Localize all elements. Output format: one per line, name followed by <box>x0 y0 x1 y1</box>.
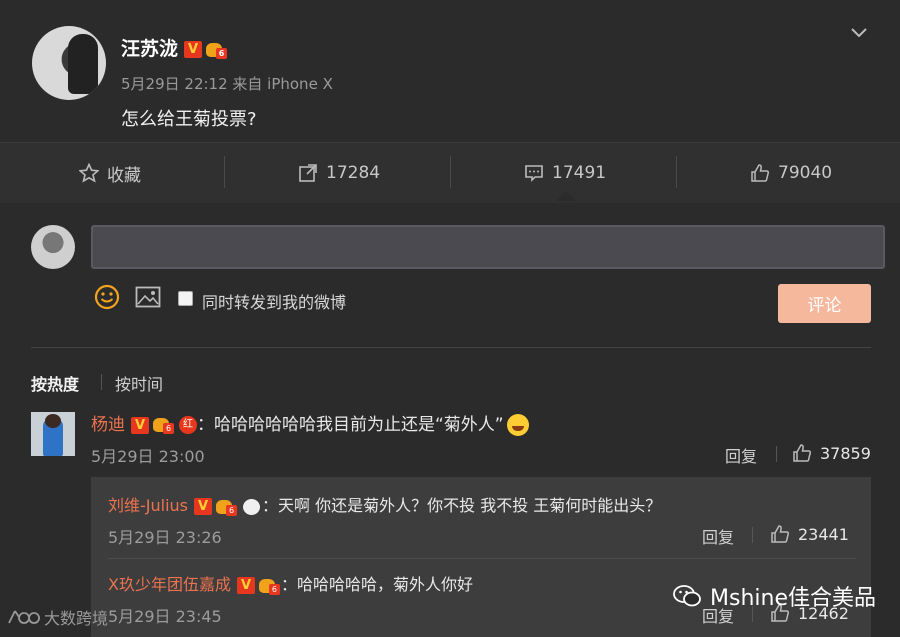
emoji-icon[interactable] <box>94 284 120 310</box>
thumbs-up-icon <box>771 525 790 543</box>
watermark-right: Mshine佳合美品 <box>672 580 876 612</box>
sort-separator <box>101 374 102 390</box>
submit-comment-button[interactable]: 评论 <box>778 284 871 323</box>
comment-icon <box>525 165 543 182</box>
comment-caret <box>556 191 576 201</box>
laughing-emoji-icon <box>506 414 529 436</box>
sync-repost-label: 同时转发到我的微博 <box>202 293 347 312</box>
verified-v-icon: V <box>131 416 149 434</box>
watermark-left: 大数跨境 <box>6 605 108 629</box>
medal-icon: 6 <box>216 498 238 516</box>
reply-reply-button[interactable]: 回复 <box>702 524 734 548</box>
reply-time: 5月29日 23:45 <box>108 607 222 626</box>
reply-author[interactable]: X玖少年团伍嘉成 <box>108 575 231 594</box>
thumbs-up-icon <box>751 164 770 182</box>
wechat-icon <box>673 585 701 607</box>
reply-line: 刘维-Julius V 6 ：天啊 你还是菊外人？你不投 我不投 王菊何时能出头？ <box>108 492 661 516</box>
watermark-right-text: Mshine佳合美品 <box>710 586 876 611</box>
thumbs-up-icon <box>793 444 812 462</box>
like-count: 79040 <box>778 163 833 183</box>
reply-text: ：天啊 你还是菊外人？你不投 我不投 王菊何时能出头？ <box>262 496 662 515</box>
comment-input[interactable] <box>91 225 885 269</box>
separator <box>752 527 753 543</box>
repost-count: 17284 <box>326 163 381 183</box>
comment-count: 17491 <box>552 163 607 183</box>
watermark-logo-icon <box>8 610 40 624</box>
watermark-left-text: 大数跨境 <box>44 609 109 628</box>
comment-line: 杨迪 V 6 红：哈哈哈哈哈哈我目前为止还是“菊外人” <box>91 410 529 436</box>
chevron-down-icon[interactable] <box>850 26 868 40</box>
comment-like-button[interactable]: 37859 <box>792 443 871 463</box>
divider <box>31 347 871 348</box>
comment-author[interactable]: 杨迪 <box>91 415 125 435</box>
panda-icon <box>242 498 262 516</box>
post-action-bar: 收藏 17284 17491 79040 <box>0 142 900 203</box>
medal-icon: 6 <box>153 416 175 434</box>
action-separator <box>676 156 677 188</box>
comment-like-count: 37859 <box>820 443 871 463</box>
verified-v-icon: V <box>236 577 255 594</box>
divider <box>108 558 856 559</box>
star-icon <box>79 163 99 183</box>
favorite-button[interactable]: 收藏 <box>79 143 141 203</box>
separator <box>776 446 777 462</box>
post-text: 怎么给王菊投票? <box>121 109 257 130</box>
red-medal-icon: 红 <box>179 416 197 434</box>
comment-text: ：哈哈哈哈哈哈我目前为止还是“菊外人” <box>197 415 504 435</box>
medal-icon: 6 <box>258 577 281 595</box>
medal-icon: 6 <box>206 41 228 59</box>
post-meta: 5月29日 22:12 来自 iPhone X <box>121 75 333 93</box>
reply-text: ：哈哈哈哈哈，菊外人你好 <box>280 575 473 594</box>
post-author-line: 汪苏泷 V 6 <box>121 34 228 61</box>
comment-time: 5月29日 23:00 <box>91 447 205 466</box>
reply-line: X玖少年团伍嘉成 V 6 ：哈哈哈哈哈，菊外人你好 <box>108 571 473 595</box>
post-author-name[interactable]: 汪苏泷 <box>121 38 178 60</box>
action-separator <box>450 156 451 188</box>
sync-repost-checkbox[interactable] <box>178 291 193 306</box>
reply-like-count: 23441 <box>798 524 849 544</box>
post-card: 汪苏泷 V 6 5月29日 22:12 来自 iPhone X 怎么给王菊投票? <box>0 0 900 140</box>
repost-button[interactable]: 17284 <box>298 143 380 203</box>
sort-by-hot[interactable]: 按热度 <box>31 371 79 395</box>
image-icon[interactable] <box>135 286 161 308</box>
reply-author[interactable]: 刘维-Julius <box>108 496 188 515</box>
reply-time: 5月29日 23:26 <box>108 528 222 547</box>
like-button[interactable]: 79040 <box>750 143 832 203</box>
comment-reply-button[interactable]: 回复 <box>725 443 757 467</box>
repost-icon <box>299 164 317 182</box>
author-avatar[interactable] <box>32 26 106 100</box>
action-separator <box>224 156 225 188</box>
my-avatar <box>31 225 75 269</box>
reply-like-button[interactable]: 23441 <box>770 524 849 544</box>
sort-by-time[interactable]: 按时间 <box>115 371 163 395</box>
verified-v-icon: V <box>184 41 203 58</box>
verified-v-icon: V <box>194 498 213 515</box>
comment-avatar[interactable] <box>31 412 75 456</box>
favorite-label: 收藏 <box>107 165 141 186</box>
